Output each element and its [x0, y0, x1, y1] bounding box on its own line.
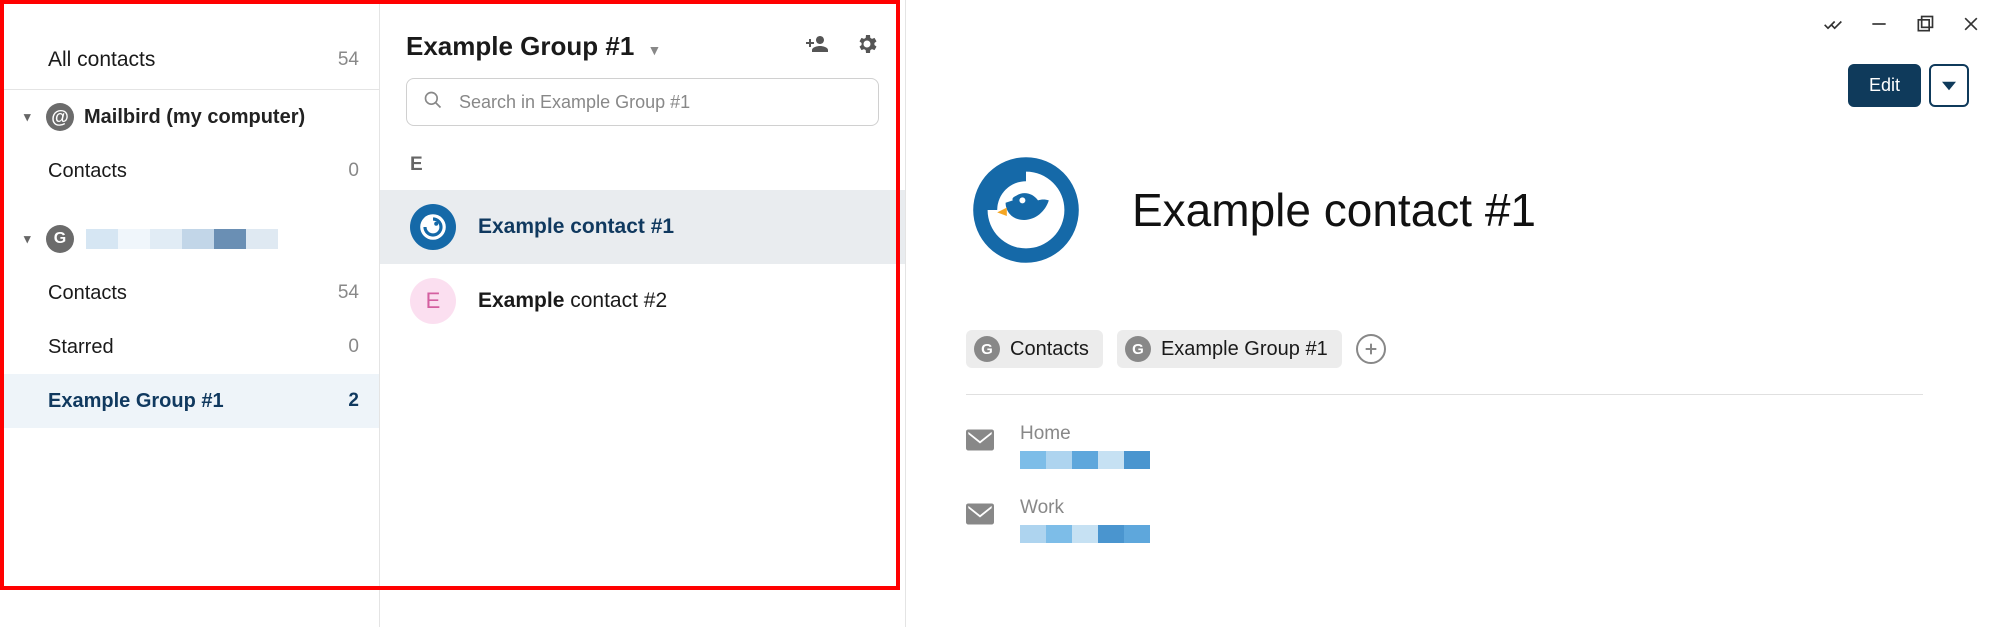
redacted-value	[1020, 525, 1150, 543]
sidebar-label: Contacts	[48, 160, 127, 183]
chevron-down-icon: ▾	[24, 231, 38, 247]
sidebar-count: 54	[338, 49, 359, 71]
sidebar-item-contacts[interactable]: Contacts 54	[0, 266, 379, 320]
add-contact-icon[interactable]	[805, 32, 829, 61]
maximize-icon[interactable]	[1915, 14, 1935, 39]
tags-row: G Contacts G Example Group #1	[966, 330, 1963, 368]
section-letter: E	[380, 144, 905, 190]
sidebar-label: Contacts	[48, 282, 127, 305]
email-icon	[966, 423, 994, 456]
contact-detail-panel: Edit Example contact #1 G Contacts	[906, 0, 2003, 627]
search-icon	[423, 90, 443, 115]
field-label: Work	[1020, 497, 1150, 519]
contact-list-item[interactable]: Example contact #1	[380, 190, 905, 264]
sidebar-label: Example Group #1	[48, 390, 224, 413]
contact-name: Example contact #1	[478, 215, 674, 239]
google-icon: G	[1125, 336, 1151, 362]
tag-chip-group[interactable]: G Example Group #1	[1117, 330, 1342, 368]
sidebar-item-all-contacts[interactable]: All contacts 54	[0, 30, 379, 90]
sidebar-item-contacts-local[interactable]: Contacts 0	[0, 144, 379, 198]
email-icon	[966, 497, 994, 530]
window-controls	[1823, 14, 1981, 39]
sidebar-label: All contacts	[48, 48, 155, 72]
mark-read-icon[interactable]	[1823, 14, 1843, 39]
edit-dropdown-button[interactable]	[1929, 64, 1969, 107]
field-label: Home	[1020, 423, 1150, 445]
google-icon: G	[974, 336, 1000, 362]
chevron-down-icon: ▾	[24, 109, 38, 125]
sidebar-count: 0	[348, 160, 359, 182]
edit-button[interactable]: Edit	[1848, 64, 1921, 107]
search-input[interactable]	[457, 91, 862, 114]
sidebar-count: 54	[338, 282, 359, 304]
close-icon[interactable]	[1961, 14, 1981, 39]
redacted-value	[1020, 451, 1150, 469]
account-name: Mailbird (my computer)	[84, 106, 305, 129]
tag-chip-contacts[interactable]: G Contacts	[966, 330, 1103, 368]
contact-list-item[interactable]: E Example contact #2	[380, 264, 905, 338]
sidebar-count: 0	[348, 336, 359, 358]
tag-label: Contacts	[1010, 338, 1089, 361]
tag-label: Example Group #1	[1161, 338, 1328, 361]
contact-name-heading: Example contact #1	[1132, 183, 1536, 237]
avatar-icon	[410, 204, 456, 250]
add-tag-button[interactable]	[1356, 334, 1386, 364]
group-title[interactable]: Example Group #1 ▼	[406, 31, 661, 62]
sidebar-label: Starred	[48, 336, 114, 359]
redacted-account-name	[86, 229, 278, 249]
google-icon: G	[46, 225, 74, 253]
contact-field-home: Home	[966, 423, 1963, 469]
search-box[interactable]	[406, 78, 879, 126]
sidebar-item-example-group[interactable]: Example Group #1 2	[0, 374, 379, 428]
contact-list-panel: Example Group #1 ▼ E Example	[380, 0, 906, 627]
sidebar-count: 2	[348, 390, 359, 412]
contact-avatar	[966, 150, 1086, 270]
sidebar: All contacts 54 ▾ @ Mailbird (my compute…	[0, 0, 380, 627]
sidebar-item-starred[interactable]: Starred 0	[0, 320, 379, 374]
sidebar-account-mailbird[interactable]: ▾ @ Mailbird (my computer)	[0, 90, 379, 144]
minimize-icon[interactable]	[1869, 14, 1889, 39]
avatar-icon: E	[410, 278, 456, 324]
gear-icon[interactable]	[855, 32, 879, 61]
group-title-text: Example Group #1	[406, 31, 634, 61]
mailbird-icon: @	[46, 103, 74, 131]
contact-field-work: Work	[966, 497, 1963, 543]
group-header: Example Group #1 ▼	[380, 18, 905, 74]
contact-name: Example contact #2	[478, 289, 667, 313]
divider	[966, 394, 1923, 395]
sidebar-account-google[interactable]: ▾ G	[0, 212, 379, 266]
chevron-down-icon: ▼	[648, 42, 662, 58]
